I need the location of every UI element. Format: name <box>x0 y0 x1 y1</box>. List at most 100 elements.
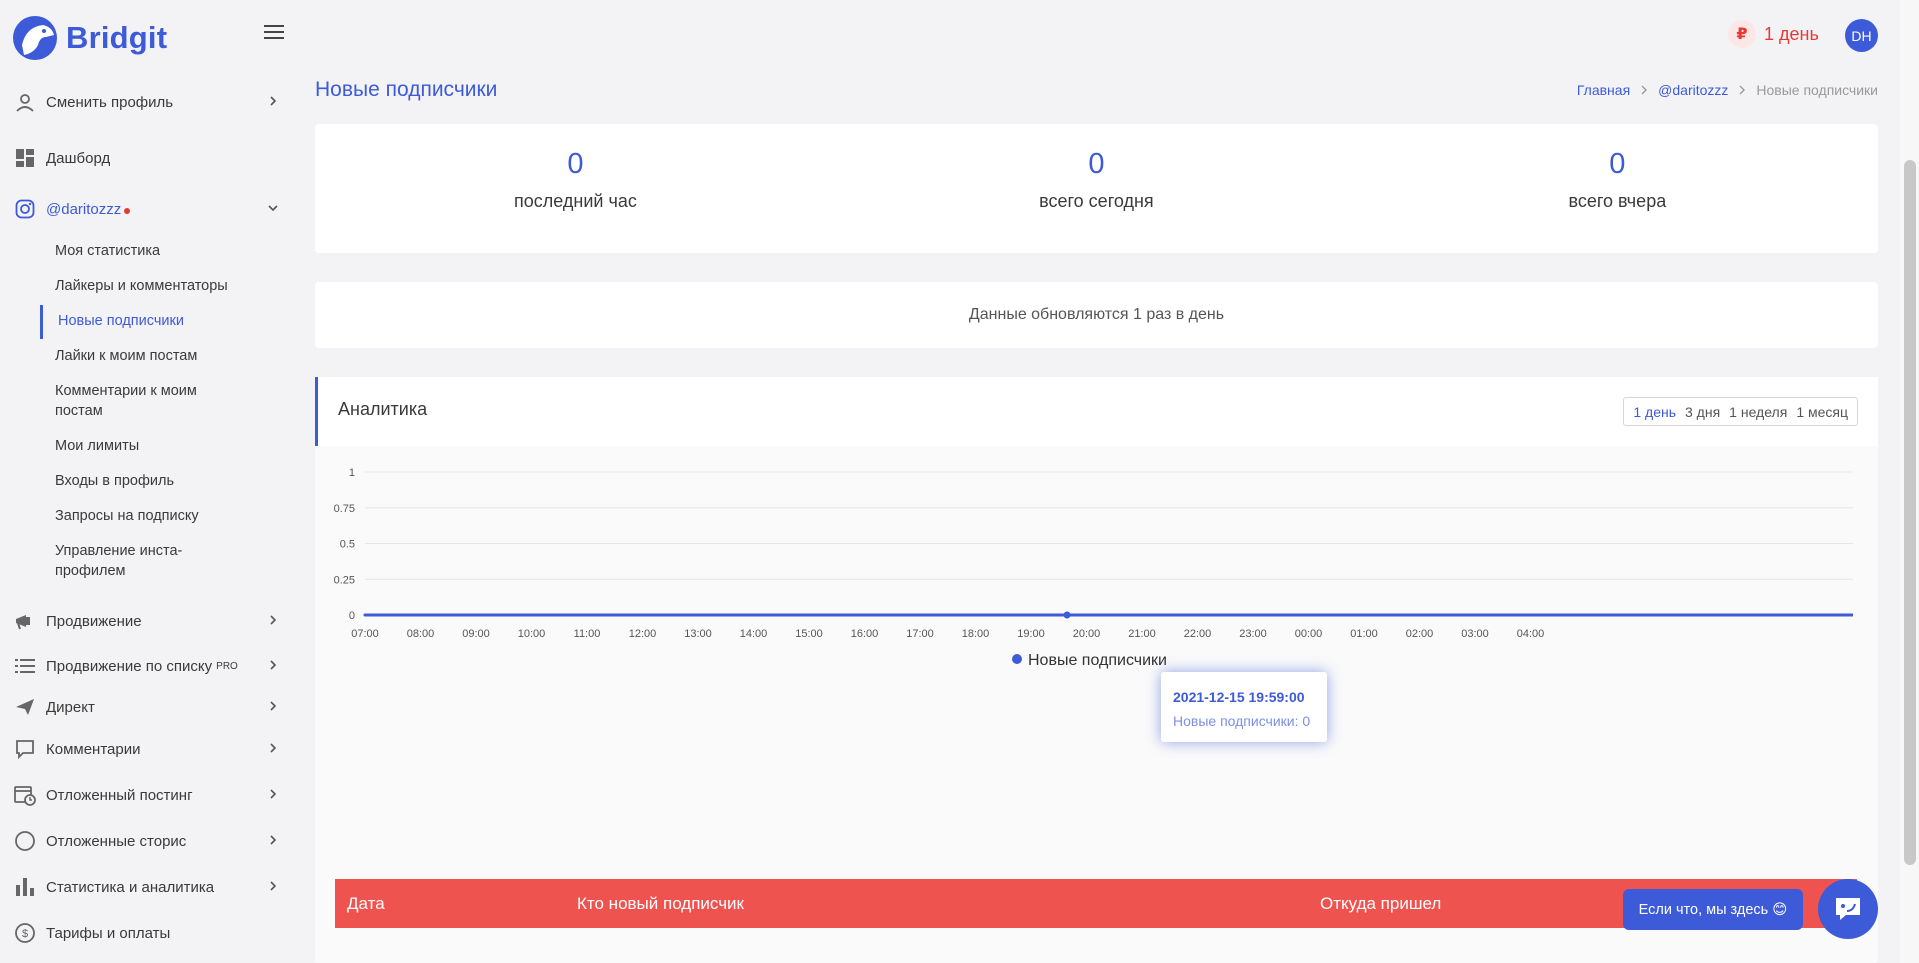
submenu-item-my-stats[interactable]: Моя статистика <box>55 241 255 261</box>
page-title: Новые подписчики <box>315 78 498 101</box>
sidebar-item-tariffs[interactable]: $ Тарифы и оплаты <box>14 916 280 950</box>
submenu-item-manage-profile[interactable]: Управление инста-профилем <box>55 541 205 581</box>
submenu-item-limits[interactable]: Мои лимиты <box>55 436 255 456</box>
x-tick-label: 02:00 <box>1406 628 1434 640</box>
submenu-item-likers[interactable]: Лайкеры и комментаторы <box>55 276 255 296</box>
data-point <box>1085 613 1088 617</box>
chevron-right-icon <box>270 660 277 670</box>
data-point <box>807 613 811 617</box>
sidebar-item-scheduled-stories[interactable]: Отложенные сторис <box>14 824 280 858</box>
data-point <box>1418 613 1421 617</box>
period-1-day[interactable]: 1 день <box>1633 404 1676 420</box>
paper-plane-icon <box>14 696 36 718</box>
stat-yesterday: 0 всего вчера <box>1357 124 1878 212</box>
ruble-icon: ₽ <box>1728 20 1756 48</box>
submenu-item-post-comments[interactable]: Комментарии к моим постам <box>55 381 225 421</box>
x-tick-label: 09:00 <box>462 628 490 640</box>
x-tick-label: 19:00 <box>1017 628 1045 640</box>
x-tick-label: 13:00 <box>684 628 712 640</box>
data-point <box>1029 613 1033 617</box>
chevron-down-icon <box>268 205 278 212</box>
data-point <box>530 613 533 617</box>
x-tick-label: 16:00 <box>851 628 879 640</box>
period-1-month[interactable]: 1 месяц <box>1796 404 1848 420</box>
followers-line-chart: 0 0.25 0.5 0.75 1 07:00 08:00 09:00 10:00 11:00 12… <box>334 467 1853 669</box>
data-point <box>363 613 367 617</box>
sidebar-item-dashboard[interactable]: Дашборд <box>14 141 280 175</box>
stat-last-hour: 0 последний час <box>315 124 836 212</box>
x-tick-label: 23:00 <box>1239 628 1267 640</box>
megaphone-icon <box>14 610 36 632</box>
column-source[interactable]: Откуда пришел <box>1320 894 1441 914</box>
sidebar-item-switch-profile[interactable]: Сменить профиль <box>14 85 280 119</box>
x-tick-label: 10:00 <box>518 628 546 640</box>
sidebar: Bridgit Сменить профиль Дашборд @daritoz… <box>0 0 300 963</box>
help-chip[interactable]: Если что, мы здесь 😊 <box>1623 889 1803 930</box>
period-selector: 1 день 3 дня 1 неделя 1 месяц <box>1623 397 1858 426</box>
sidebar-item-label: Продвижение <box>46 612 142 630</box>
submenu-item-profile-logins[interactable]: Входы в профиль <box>55 471 255 491</box>
submenu-item-follow-requests[interactable]: Запросы на подписку <box>55 506 255 526</box>
x-tick-label: 07:00 <box>351 628 379 640</box>
chevron-right-icon <box>270 615 277 625</box>
data-point <box>1473 613 1477 617</box>
sidebar-item-list-promotion[interactable]: Продвижение по списку PRO <box>14 649 280 683</box>
submenu-item-new-followers[interactable]: Новые подписчики <box>58 311 258 331</box>
chevron-right-icon <box>1739 85 1746 95</box>
sidebar-item-label: Комментарии <box>46 740 141 758</box>
breadcrumb-account[interactable]: @daritozzz <box>1658 82 1728 98</box>
stat-label: всего вчера <box>1568 191 1667 211</box>
breadcrumb: Главная @daritozzz Новые подписчики <box>1577 82 1878 98</box>
chevron-right-icon <box>270 835 277 845</box>
period-1-week[interactable]: 1 неделя <box>1729 404 1787 420</box>
data-point <box>1362 613 1366 617</box>
x-tick-label: 18:00 <box>962 628 990 640</box>
scrollbar-thumb[interactable] <box>1904 160 1916 865</box>
sidebar-item-scheduled-posting[interactable]: Отложенный постинг <box>14 778 280 812</box>
chat-button[interactable] <box>1818 879 1878 939</box>
sidebar-item-account[interactable]: @daritozzz <box>14 192 280 226</box>
submenu-item-post-likes[interactable]: Лайки к моим постам <box>55 346 255 366</box>
tooltip-title: 2021-12-15 19:59:00 <box>1173 689 1305 705</box>
data-point <box>696 613 700 617</box>
period-3-days[interactable]: 3 дня <box>1685 404 1720 420</box>
stat-label: последний час <box>514 191 637 211</box>
column-follower[interactable]: Кто новый подписчик <box>577 894 744 914</box>
data-point <box>641 613 644 617</box>
breadcrumb-home[interactable]: Главная <box>1577 82 1630 98</box>
avatar[interactable]: DH <box>1845 19 1878 52</box>
stat-value: 0 <box>1609 148 1626 180</box>
x-tick-label: 04:00 <box>1517 628 1545 640</box>
subscription-days-badge[interactable]: ₽ 1 день <box>1728 20 1819 48</box>
y-tick-label: 0.75 <box>334 503 355 515</box>
y-tick-label: 0 <box>349 610 355 622</box>
data-point <box>1307 613 1310 617</box>
x-tick-label: 08:00 <box>407 628 435 640</box>
x-tick-label: 15:00 <box>795 628 823 640</box>
x-tick-label: 14:00 <box>740 628 768 640</box>
column-date[interactable]: Дата <box>347 894 385 914</box>
sidebar-item-direct[interactable]: Директ <box>14 690 280 724</box>
chart-tooltip: 2021-12-15 19:59:00 Новые подписчики: 0 <box>1161 672 1327 742</box>
menu-toggle-icon[interactable] <box>264 25 284 41</box>
legend-label: Новые подписчики <box>1028 652 1167 669</box>
x-tick-label: 00:00 <box>1295 628 1323 640</box>
pro-badge: PRO <box>216 660 238 672</box>
stat-value: 0 <box>1088 148 1105 180</box>
days-left-text: 1 день <box>1764 23 1819 44</box>
brand-logo[interactable]: Bridgit <box>10 14 167 62</box>
calendar-clock-icon <box>14 784 36 806</box>
data-point <box>1251 613 1255 617</box>
sidebar-item-promotion[interactable]: Продвижение <box>14 604 280 638</box>
dashboard-icon <box>14 147 36 169</box>
chevron-right-icon <box>270 743 277 753</box>
data-point <box>1196 613 1199 617</box>
active-indicator <box>40 305 43 339</box>
sidebar-item-label: Директ <box>46 698 95 716</box>
legend-marker <box>1012 654 1022 664</box>
x-tick-label: 21:00 <box>1128 628 1156 640</box>
sidebar-item-comments[interactable]: Комментарии <box>14 732 280 766</box>
chevron-right-icon <box>270 96 277 106</box>
y-tick-label: 0.5 <box>340 539 355 551</box>
sidebar-item-statistics[interactable]: Статистика и аналитика <box>14 870 280 904</box>
